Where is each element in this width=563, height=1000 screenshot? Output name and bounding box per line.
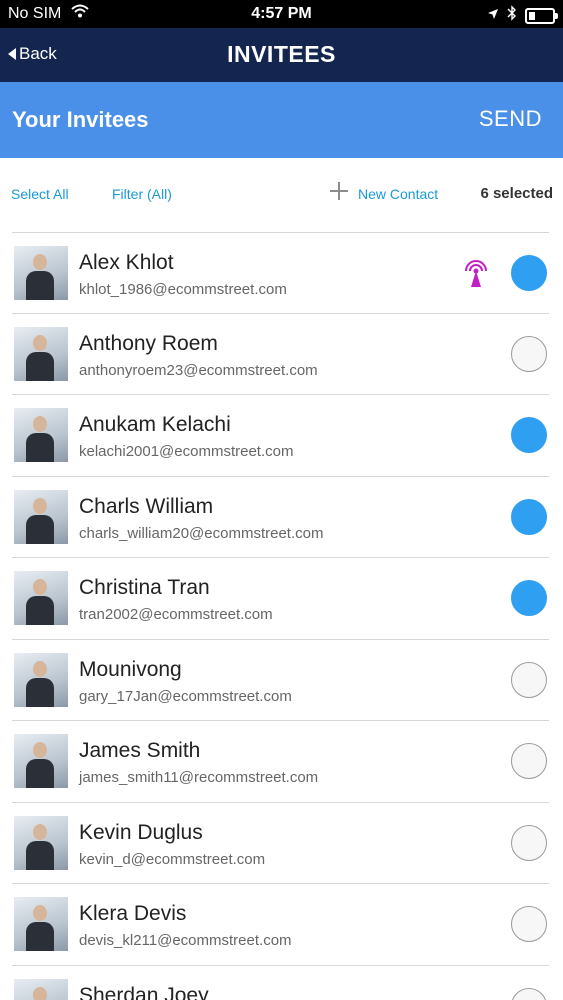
new-contact-link[interactable]: New Contact (358, 186, 438, 202)
avatar (14, 571, 68, 625)
avatar (14, 490, 68, 544)
contact-email: kevin_d@ecommstreet.com (79, 851, 266, 868)
contact-name: James Smith (79, 739, 201, 762)
bluetooth-icon (507, 5, 517, 26)
contact-name: Kevin Duglus (79, 821, 203, 844)
selection-checkbox[interactable] (511, 906, 547, 942)
contact-row[interactable]: Kevin Duglus kevin_d@ecommstreet.com (0, 802, 563, 883)
selected-count: 6 selected (480, 185, 553, 202)
contact-name: Klera Devis (79, 902, 187, 925)
selection-checkbox[interactable] (511, 580, 547, 616)
contact-name: Alex Khlot (79, 251, 174, 274)
avatar (14, 816, 68, 870)
contact-name: Anukam Kelachi (79, 413, 231, 436)
contact-email: james_smith11@recommstreet.com (79, 769, 319, 786)
contact-row[interactable]: Christina Tran tran2002@ecommstreet.com (0, 557, 563, 638)
contact-name: Charls William (79, 495, 214, 518)
contact-row[interactable]: Charls William charls_william20@ecommstr… (0, 476, 563, 557)
selection-checkbox[interactable] (511, 417, 547, 453)
page-title: INVITEES (227, 41, 336, 67)
avatar (14, 327, 68, 381)
contact-row[interactable]: Mounivong gary_17Jan@ecommstreet.com (0, 639, 563, 720)
navigation-bar: Back INVITEES (0, 28, 563, 82)
contact-row[interactable]: Alex Khlot khlot_1986@ecommstreet.com (0, 232, 563, 313)
avatar (14, 897, 68, 951)
contact-email: charls_william20@ecommstreet.com (79, 525, 324, 542)
filter-link[interactable]: Filter (All) (112, 186, 172, 202)
select-all-link[interactable]: Select All (11, 186, 69, 202)
selection-checkbox[interactable] (511, 336, 547, 372)
avatar (14, 653, 68, 707)
contact-name: Mounivong (79, 658, 182, 681)
selection-checkbox[interactable] (511, 743, 547, 779)
contact-email: anthonyroem23@ecommstreet.com (79, 362, 318, 379)
contact-name: Christina Tran (79, 576, 210, 599)
contact-row[interactable]: Anukam Kelachi kelachi2001@ecommstreet.c… (0, 394, 563, 475)
send-button[interactable]: SEND (479, 106, 542, 132)
contact-row[interactable]: Anthony Roem anthonyroem23@ecommstreet.c… (0, 313, 563, 394)
contact-name: Sherdan Joey (79, 984, 209, 1000)
broadcast-icon (462, 256, 490, 288)
invitees-header: Your Invitees SEND (0, 82, 563, 158)
contact-email: devis_kl211@ecommstreet.com (79, 932, 292, 949)
contact-name: Anthony Roem (79, 332, 218, 355)
avatar (14, 408, 68, 462)
selection-checkbox[interactable] (511, 499, 547, 535)
contact-email: tran2002@ecommstreet.com (79, 606, 273, 623)
selection-checkbox[interactable] (511, 662, 547, 698)
contact-row[interactable]: James Smith james_smith11@recommstreet.c… (0, 720, 563, 801)
selection-checkbox[interactable] (511, 988, 547, 1000)
selection-checkbox[interactable] (511, 255, 547, 291)
section-title: Your Invitees (12, 107, 149, 132)
clock: 4:57 PM (251, 5, 312, 22)
battery-icon (525, 7, 558, 24)
contact-email: khlot_1986@ecommstreet.com (79, 281, 287, 298)
plus-icon[interactable] (330, 182, 348, 200)
selection-checkbox[interactable] (511, 825, 547, 861)
avatar (14, 246, 68, 300)
contact-email: gary_17Jan@ecommstreet.com (79, 688, 292, 705)
list-toolbar: Select All Filter (All) New Contact 6 se… (0, 158, 563, 232)
status-bar: No SIM 4:57 PM (0, 0, 563, 28)
contact-row[interactable]: Klera Devis devis_kl211@ecommstreet.com (0, 883, 563, 964)
avatar (14, 734, 68, 788)
contact-email: kelachi2001@ecommstreet.com (79, 443, 294, 460)
location-arrow-icon (487, 7, 499, 25)
contact-row[interactable]: Sherdan Joey (0, 965, 563, 1000)
avatar (14, 979, 68, 1000)
